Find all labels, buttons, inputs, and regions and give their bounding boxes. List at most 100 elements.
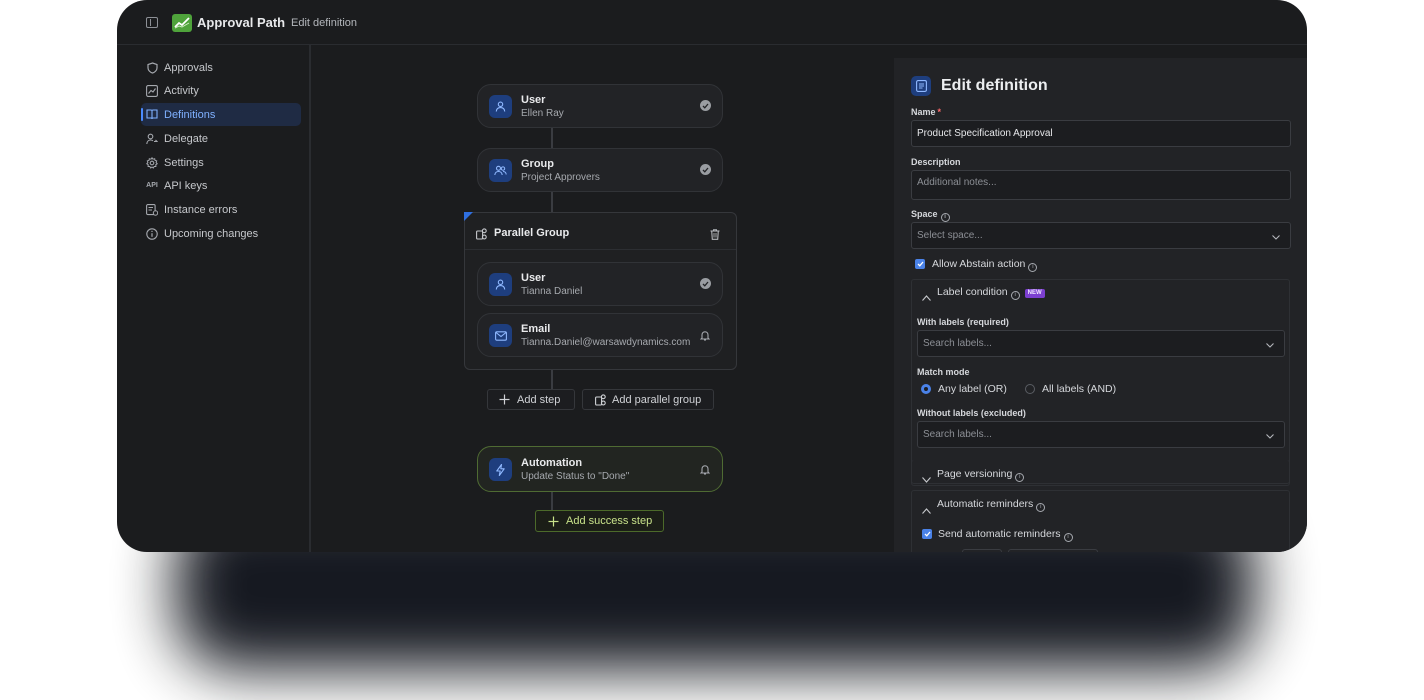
chevron-down-icon xyxy=(1272,232,1280,243)
chevron-down-icon xyxy=(1266,340,1274,351)
automatic-reminders-title[interactable]: Automatic reminders i xyxy=(937,498,1046,512)
info-icon: i xyxy=(1063,533,1073,542)
chevron-down-icon xyxy=(1266,431,1274,442)
page-versioning-section[interactable]: Page versioning i xyxy=(911,460,1290,486)
shield-icon xyxy=(146,61,158,74)
reminder-interval-input[interactable] xyxy=(962,549,1002,552)
sidebar: Approvals Activity Definitions Delegate … xyxy=(117,44,311,552)
step-title: User xyxy=(521,272,546,284)
space-select[interactable]: Select space... xyxy=(911,222,1291,249)
allow-abstain-checkbox[interactable] xyxy=(915,259,925,269)
info-icon: i xyxy=(1028,263,1038,272)
sidebar-item-label: Approvals xyxy=(164,61,213,74)
app-logo-icon xyxy=(172,14,192,32)
flow-canvas: User Ellen Ray Group Project Approvers P… xyxy=(311,44,894,552)
chevron-down-icon xyxy=(922,470,931,488)
add-success-step-button[interactable]: Add success step xyxy=(535,510,664,532)
step-subtitle: Update Status to "Done" xyxy=(521,471,630,482)
without-labels-placeholder: Search labels... xyxy=(923,429,992,440)
with-labels-label: With labels (required) xyxy=(917,317,1009,327)
connector-line xyxy=(551,128,553,150)
parallel-group-header: Parallel Group xyxy=(465,213,736,250)
edit-definition-panel: Edit definition Name * Product Specificat… xyxy=(894,58,1307,552)
flow-step-user[interactable]: User Tianna Daniel xyxy=(477,262,723,306)
reminder-unit-select[interactable] xyxy=(1008,549,1098,552)
step-title: User xyxy=(521,94,546,106)
flow-step-group[interactable]: Group Project Approvers xyxy=(477,148,723,192)
breadcrumb: Edit definition xyxy=(291,17,358,29)
add-step-button[interactable]: Add step xyxy=(487,389,575,410)
sidebar-item-label: Delegate xyxy=(164,132,209,145)
flow-step-user[interactable]: User Ellen Ray xyxy=(477,84,723,128)
name-field-label: Name * xyxy=(911,107,942,117)
step-subtitle: Ellen Ray xyxy=(521,108,564,119)
step-title: Automation xyxy=(521,457,583,469)
sidebar-item-activity[interactable]: Activity xyxy=(141,79,301,102)
with-labels-search[interactable]: Search labels... xyxy=(917,330,1285,357)
add-parallel-group-label: Add parallel group xyxy=(612,393,702,406)
sidebar-item-label: Instance errors xyxy=(164,203,238,216)
sidebar-item-definitions[interactable]: Definitions xyxy=(141,103,301,126)
document-list-icon xyxy=(911,76,931,96)
mail-icon xyxy=(489,324,512,347)
match-all-radio[interactable] xyxy=(1025,384,1035,394)
send-reminders-checkbox[interactable] xyxy=(922,529,932,539)
book-icon xyxy=(146,109,158,121)
send-reminders-label: Send automatic reminders i xyxy=(938,528,1073,542)
connector-line xyxy=(551,370,553,390)
sidebar-item-instance-errors[interactable]: Instance errors xyxy=(141,198,301,221)
without-labels-search[interactable]: Search labels... xyxy=(917,421,1285,448)
add-parallel-group-button[interactable]: Add parallel group xyxy=(582,389,714,410)
step-subtitle: Tianna Daniel xyxy=(521,286,583,297)
name-input[interactable]: Product Specification Approval xyxy=(911,120,1291,147)
parallel-group[interactable]: Parallel Group User Tianna Daniel Email … xyxy=(464,212,737,370)
flow-step-email[interactable]: Email Tianna.Daniel@warsawdynamics.com xyxy=(477,313,723,357)
check-circle-icon xyxy=(700,164,711,175)
sidebar-item-label: Settings xyxy=(164,156,204,169)
bell-icon xyxy=(699,328,711,346)
lightning-icon xyxy=(489,458,512,481)
plus-icon xyxy=(548,516,559,527)
sidebar-item-delegate[interactable]: Delegate xyxy=(141,127,301,150)
sidebar-item-label: API keys xyxy=(164,179,208,192)
description-textarea[interactable]: Additional notes... xyxy=(911,170,1291,200)
sidebar-item-label: Activity xyxy=(164,84,199,97)
allow-abstain-label: Allow Abstain action i xyxy=(932,258,1038,272)
parallel-group-icon xyxy=(595,393,606,406)
user-icon xyxy=(489,95,512,118)
info-icon: i xyxy=(1010,291,1020,300)
label-condition-title[interactable]: Label condition i NEW xyxy=(937,286,1045,300)
check-circle-icon xyxy=(700,100,711,111)
sidebar-toggle-icon[interactable] xyxy=(146,17,158,28)
app-name: Approval Path xyxy=(197,15,286,30)
api-icon: API xyxy=(146,182,158,189)
plus-icon xyxy=(499,394,510,405)
activity-chart-icon xyxy=(146,84,158,97)
chevron-up-icon[interactable] xyxy=(922,501,931,519)
add-step-label: Add step xyxy=(517,393,561,406)
sidebar-item-api-keys[interactable]: API API keys xyxy=(141,174,301,197)
flow-step-automation[interactable]: Automation Update Status to "Done" xyxy=(477,446,723,492)
bell-icon xyxy=(699,462,711,480)
app-window: Approval Path Edit definition Approvals … xyxy=(117,0,1307,552)
group-icon xyxy=(489,159,512,182)
chevron-up-icon[interactable] xyxy=(922,288,931,306)
panel-title: Edit definition xyxy=(941,77,1048,94)
add-success-step-label: Add success step xyxy=(566,515,653,527)
user-icon xyxy=(489,273,512,296)
match-any-radio[interactable] xyxy=(921,384,931,394)
connector-line xyxy=(551,192,553,212)
trash-icon[interactable] xyxy=(710,227,720,245)
sidebar-item-settings[interactable]: Settings xyxy=(141,151,301,174)
info-icon: i xyxy=(1036,503,1046,512)
error-log-icon xyxy=(146,203,158,216)
step-subtitle: Tianna.Daniel@warsawdynamics.com xyxy=(521,337,691,348)
new-badge: NEW xyxy=(1024,289,1045,298)
gear-icon xyxy=(146,156,158,169)
step-subtitle: Project Approvers xyxy=(521,172,600,183)
parallel-group-title: Parallel Group xyxy=(494,227,570,239)
info-icon xyxy=(146,227,158,240)
sidebar-item-approvals[interactable]: Approvals xyxy=(141,56,301,79)
sidebar-item-upcoming-changes[interactable]: Upcoming changes xyxy=(141,222,301,245)
connector-line xyxy=(551,492,553,510)
